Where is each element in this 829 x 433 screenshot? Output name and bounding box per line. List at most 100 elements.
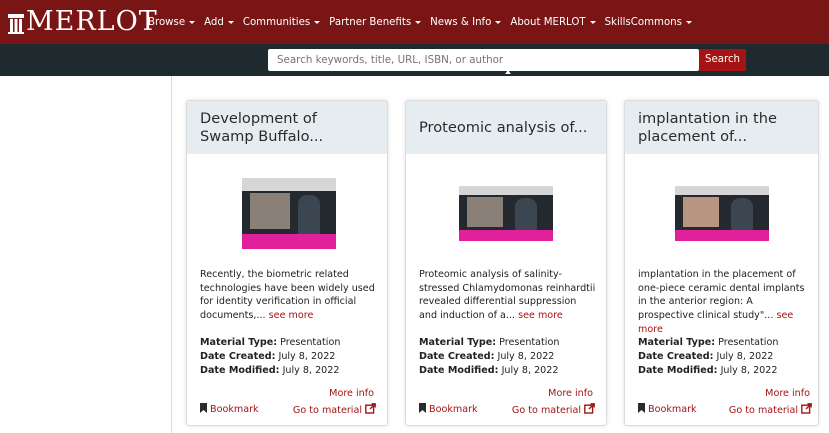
- card-metadata: Material Type: Presentation Date Created…: [419, 336, 599, 378]
- thumbnail-caption-bar: [675, 230, 769, 241]
- thumbnail-slide-image: [250, 193, 290, 229]
- nav-partner-benefits[interactable]: Partner Benefits: [329, 16, 422, 28]
- material-card: Development of Swamp Buffalo... Recently…: [186, 100, 388, 426]
- material-type-row: Material Type: Presentation: [200, 336, 380, 350]
- bookmark-label: Bookmark: [429, 404, 478, 415]
- thumbnail-caption-bar: [242, 234, 336, 249]
- caret-down-icon: [227, 20, 234, 24]
- caret-down-icon: [685, 20, 692, 24]
- bookmark-label: Bookmark: [210, 404, 259, 415]
- caret-down-icon: [495, 20, 502, 24]
- date-created-label: Date Created:: [200, 351, 276, 362]
- go-to-material-label: Go to material: [292, 404, 362, 416]
- material-type-row: Material Type: Presentation: [419, 336, 599, 350]
- card-title[interactable]: implantation in the placement of...: [638, 110, 805, 146]
- bookmark-icon: [419, 403, 426, 416]
- material-type-row: Material Type: Presentation: [638, 336, 818, 350]
- merlot-glass-icon: [7, 11, 25, 34]
- search-input[interactable]: [268, 49, 699, 71]
- date-created-value: July 8, 2022: [497, 351, 555, 362]
- material-thumbnail[interactable]: [242, 178, 336, 249]
- nav-browse-label: Browse: [148, 16, 186, 28]
- dropdown-pointer: [505, 70, 511, 74]
- date-modified-value: July 8, 2022: [501, 365, 559, 376]
- card-header: Development of Swamp Buffalo...: [187, 101, 387, 154]
- material-card: Proteomic analysis of... Proteomic analy…: [405, 100, 607, 426]
- more-info-link[interactable]: More info: [765, 388, 810, 399]
- go-to-material-link[interactable]: Go to material: [512, 403, 595, 417]
- bookmark-button[interactable]: Bookmark: [200, 403, 259, 416]
- thumbnail-presenter: [731, 198, 753, 230]
- go-to-material-link[interactable]: Go to material: [729, 403, 812, 417]
- caret-down-icon: [314, 20, 321, 24]
- main-nav: Browse Add Communities Partner Benefits …: [148, 0, 701, 44]
- nav-about-merlot[interactable]: About MERLOT: [510, 16, 596, 28]
- see-more-link[interactable]: see more: [269, 310, 314, 321]
- date-created-label: Date Created:: [638, 351, 714, 362]
- material-type-label: Material Type:: [419, 337, 497, 348]
- nav-add-label: Add: [204, 16, 224, 28]
- card-title[interactable]: Development of Swamp Buffalo...: [200, 110, 374, 146]
- card-description: Proteomic analysis of salinity-stressed …: [419, 268, 597, 323]
- thumbnail-presenter: [515, 198, 537, 230]
- nav-news-info[interactable]: News & Info: [430, 16, 502, 28]
- nav-skillscommons[interactable]: SkillsCommons: [605, 17, 692, 28]
- thumbnail-caption-bar: [459, 230, 553, 241]
- go-to-material-label: Go to material: [728, 404, 798, 416]
- see-more-link[interactable]: see more: [518, 310, 563, 321]
- thumbnail-banner: [459, 186, 553, 195]
- more-info-link[interactable]: More info: [329, 388, 374, 399]
- bookmark-button[interactable]: Bookmark: [638, 403, 697, 416]
- external-link-icon: [801, 403, 812, 417]
- card-header: implantation in the placement of...: [625, 101, 818, 154]
- date-modified-row: Date Modified: July 8, 2022: [200, 364, 380, 378]
- thumbnail-banner: [242, 178, 336, 191]
- date-modified-value: July 8, 2022: [282, 365, 340, 376]
- search-button[interactable]: Search: [699, 49, 746, 71]
- date-created-value: July 8, 2022: [278, 351, 336, 362]
- material-type-value: Presentation: [280, 337, 341, 348]
- logo-text: MERLOT: [26, 6, 158, 37]
- caret-down-icon: [589, 20, 596, 24]
- nav-about-merlot-label: About MERLOT: [510, 16, 586, 28]
- caret-down-icon: [189, 20, 196, 24]
- sidebar-divider: [171, 76, 172, 433]
- nav-partner-benefits-label: Partner Benefits: [329, 16, 412, 28]
- card-description: implantation in the placement of one-pie…: [638, 268, 810, 337]
- date-modified-value: July 8, 2022: [720, 365, 778, 376]
- material-card: implantation in the placement of... impl…: [624, 100, 819, 426]
- more-info-link[interactable]: More info: [548, 388, 593, 399]
- card-header: Proteomic analysis of...: [406, 101, 606, 154]
- bookmark-icon: [638, 403, 645, 416]
- date-modified-row: Date Modified: July 8, 2022: [419, 364, 599, 378]
- bookmark-button[interactable]: Bookmark: [419, 403, 478, 416]
- caret-down-icon: [415, 20, 422, 24]
- card-title[interactable]: Proteomic analysis of...: [419, 119, 593, 137]
- date-created-row: Date Created: July 8, 2022: [200, 350, 380, 364]
- date-modified-label: Date Modified:: [200, 365, 280, 376]
- card-description: Recently, the biometric related technolo…: [200, 268, 378, 323]
- go-to-material-label: Go to material: [511, 404, 581, 416]
- nav-communities[interactable]: Communities: [242, 16, 321, 28]
- nav-browse[interactable]: Browse: [148, 16, 196, 28]
- material-thumbnail[interactable]: [459, 186, 553, 241]
- date-modified-label: Date Modified:: [419, 365, 499, 376]
- material-thumbnail[interactable]: [675, 186, 769, 241]
- thumbnail-banner: [675, 186, 769, 195]
- external-link-icon: [584, 403, 595, 417]
- go-to-material-link[interactable]: Go to material: [293, 403, 376, 417]
- nav-communities-label: Communities: [242, 16, 311, 28]
- search-bar: Search: [0, 44, 829, 76]
- nav-add[interactable]: Add: [204, 17, 234, 28]
- merlot-logo[interactable]: MERLOT: [7, 6, 158, 38]
- date-created-row: Date Created: July 8, 2022: [419, 350, 599, 364]
- date-created-row: Date Created: July 8, 2022: [638, 350, 818, 364]
- nav-news-info-label: News & Info: [430, 16, 492, 28]
- description-text: Proteomic analysis of salinity-stressed …: [419, 269, 596, 322]
- thumbnail-slide-image: [683, 197, 719, 227]
- thumbnail-slide-image: [467, 197, 503, 227]
- card-metadata: Material Type: Presentation Date Created…: [638, 336, 818, 378]
- thumbnail-presenter: [298, 195, 320, 235]
- date-created-label: Date Created:: [419, 351, 495, 362]
- material-type-label: Material Type:: [638, 337, 716, 348]
